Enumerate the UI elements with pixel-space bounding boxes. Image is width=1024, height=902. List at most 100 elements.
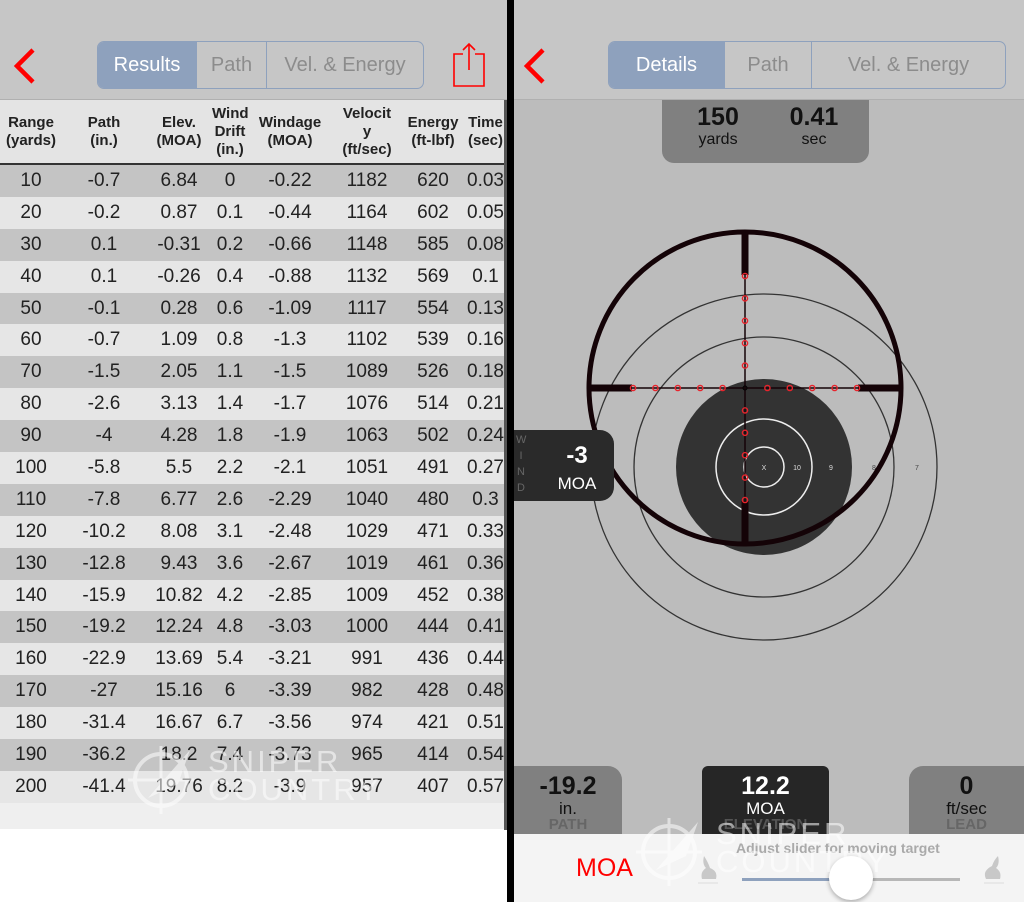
table-cell: 70 — [20, 361, 42, 383]
table-cell: 120 — [15, 520, 47, 542]
column-header-line: (in.) — [216, 140, 244, 158]
elevation-label: ELEVATION — [723, 816, 808, 833]
table-cell: 3.6 — [216, 552, 244, 574]
table-cell: 40 — [20, 265, 42, 287]
table-row[interactable]: 20 -0.2 0.87 0.1 -0.44 1164 602 0.05 — [0, 196, 507, 229]
back-button[interactable] — [522, 46, 548, 86]
table-row[interactable]: 150 -19.2 12.24 4.8 -3.03 1000 444 0.41 — [0, 611, 507, 644]
table-cell: 407 — [417, 775, 449, 797]
table-cell: -0.66 — [268, 233, 312, 255]
table-row[interactable]: 130 -12.8 9.43 3.6 -2.67 1019 461 0.36 — [0, 547, 507, 580]
column-header-line: (MOA) — [156, 131, 202, 149]
table-cell: 0.33 — [467, 520, 504, 542]
table-cell: 90 — [20, 425, 42, 447]
table-row[interactable]: 80 -2.6 3.13 1.4 -1.7 1076 514 0.21 — [0, 388, 507, 421]
table-cell: -3.39 — [268, 680, 312, 702]
table-cell: 2.6 — [216, 488, 244, 510]
table-cell: 491 — [417, 456, 449, 478]
table-cell: 4.28 — [160, 425, 198, 447]
table-cell: 620 — [417, 169, 449, 191]
wind-card[interactable]: WIND -3 MOA — [514, 430, 614, 501]
table-cell: 2.2 — [216, 456, 244, 478]
table-cell: 0.03 — [467, 169, 504, 191]
lead-label: LEAD — [946, 816, 987, 833]
tab-path[interactable]: Path — [724, 42, 811, 88]
column-header-line: Energy — [407, 113, 459, 131]
table-cell: 20 — [20, 201, 42, 223]
table-row[interactable]: 60 -0.7 1.09 0.8 -1.3 1102 539 0.16 — [0, 324, 507, 357]
table-cell: 991 — [351, 648, 383, 670]
table-cell: 965 — [351, 743, 383, 765]
table-cell: 1164 — [346, 201, 388, 223]
table-row[interactable]: 110 -7.8 6.77 2.6 -2.29 1040 480 0.3 — [0, 483, 507, 516]
range-readout: 150 yards — [668, 103, 768, 148]
table-cell: -1.5 — [87, 361, 121, 383]
table-cell: 1076 — [345, 393, 389, 415]
slider-thumb[interactable] — [829, 856, 873, 900]
table-cell: 18.2 — [160, 743, 198, 765]
wind-label-letter: W — [516, 434, 527, 446]
tab-results[interactable]: Results — [98, 42, 196, 88]
column-header: Elev. (MOA) — [146, 114, 212, 150]
table-row[interactable]: 50 -0.1 0.28 0.6 -1.09 1117 554 0.13 — [0, 292, 507, 325]
table-row[interactable]: 90 -4 4.28 1.8 -1.9 1063 502 0.24 — [0, 420, 507, 453]
column-header: Velocit y (ft/sec) — [332, 105, 402, 159]
table-cell: -0.1 — [87, 297, 121, 319]
table-cell: 428 — [417, 680, 449, 702]
table-row[interactable]: 120 -10.2 8.08 3.1 -2.48 1029 471 0.33 — [0, 515, 507, 548]
table-cell: 9.43 — [160, 552, 198, 574]
rabbit-running-icon — [980, 854, 1004, 890]
table-cell: 2.05 — [160, 361, 198, 383]
column-header: Time (sec) — [464, 114, 507, 150]
table-row[interactable]: 160 -22.9 13.69 5.4 -3.21 991 436 0.44 — [0, 643, 507, 676]
column-header: Wind Drift (in.) — [212, 105, 249, 159]
table-cell: -3.56 — [268, 712, 312, 734]
table-cell: 0.38 — [467, 584, 504, 606]
table-cell: 0.36 — [467, 552, 504, 574]
table-row[interactable]: 100 -5.8 5.5 2.2 -2.1 1051 491 0.27 — [0, 452, 507, 484]
table-row[interactable]: 190 -36.2 18.2 7.4 -3.73 965 414 0.54 — [0, 739, 507, 771]
table-cell: 8.08 — [160, 520, 198, 542]
tab-details[interactable]: Details — [609, 42, 724, 88]
table-cell: 15.16 — [155, 680, 203, 702]
table-row[interactable]: 10 -0.7 6.84 0 -0.22 1182 620 0.03 — [0, 165, 507, 197]
path-unit: in. — [559, 799, 577, 818]
table-cell: 1.09 — [160, 329, 198, 351]
table-cell: 602 — [417, 201, 449, 223]
table-cell: 480 — [417, 488, 449, 510]
table-cell: 0.87 — [160, 201, 198, 223]
table-row[interactable]: 180 -31.4 16.67 6.7 -3.56 974 421 0.51 — [0, 707, 507, 740]
table-cell: -1.7 — [273, 393, 307, 415]
table-row[interactable]: 70 -1.5 2.05 1.1 -1.5 1089 526 0.18 — [0, 356, 507, 389]
table-row[interactable]: 40 0.1 -0.26 0.4 -0.88 1132 569 0.1 — [0, 260, 507, 293]
table-cell: 0.4 — [216, 265, 244, 287]
target-ring-label: X — [762, 465, 767, 472]
table-cell: 6.84 — [160, 169, 198, 191]
unit-toggle-button[interactable]: MOA — [576, 854, 633, 883]
scrollbar[interactable] — [504, 100, 507, 830]
table-cell: -0.44 — [268, 201, 312, 223]
column-header-line: Elev. — [162, 113, 196, 131]
back-button[interactable] — [12, 46, 38, 86]
share-icon — [453, 42, 485, 87]
tab-vel-energy[interactable]: Vel. & Energy — [266, 42, 423, 88]
table-cell: -0.31 — [157, 233, 201, 255]
share-button[interactable] — [452, 40, 486, 88]
table-cell: -2.29 — [268, 488, 312, 510]
table-cell: 0.48 — [467, 680, 504, 702]
table-cell: -0.7 — [87, 169, 121, 191]
table-cell: 4.8 — [216, 616, 244, 638]
table-cell: 160 — [15, 648, 47, 670]
table-header: Range (yards) Path (in.) Elev. (MOA) Wind Drift… — [0, 100, 507, 165]
table-row[interactable]: 200 -41.4 19.76 8.2 -3.9 957 407 0.57 — [0, 770, 507, 803]
table-cell: 0.54 — [467, 743, 504, 765]
table-cell: 0.18 — [467, 361, 504, 383]
table-row[interactable]: 140 -15.9 10.82 4.2 -2.85 1009 452 0.38 — [0, 579, 507, 612]
table-row[interactable]: 30 0.1 -0.31 0.2 -0.66 1148 585 0.08 — [0, 228, 507, 261]
tab-path[interactable]: Path — [196, 42, 266, 88]
results-panel: Results Path Vel. & Energy Range (yards) P… — [0, 0, 507, 902]
table-row[interactable]: 170 -27 15.16 6 -3.39 982 428 0.48 — [0, 675, 507, 708]
wind-unit: MOA — [557, 474, 597, 493]
table-cell: 461 — [417, 552, 449, 574]
tab-vel-energy[interactable]: Vel. & Energy — [811, 42, 1005, 88]
